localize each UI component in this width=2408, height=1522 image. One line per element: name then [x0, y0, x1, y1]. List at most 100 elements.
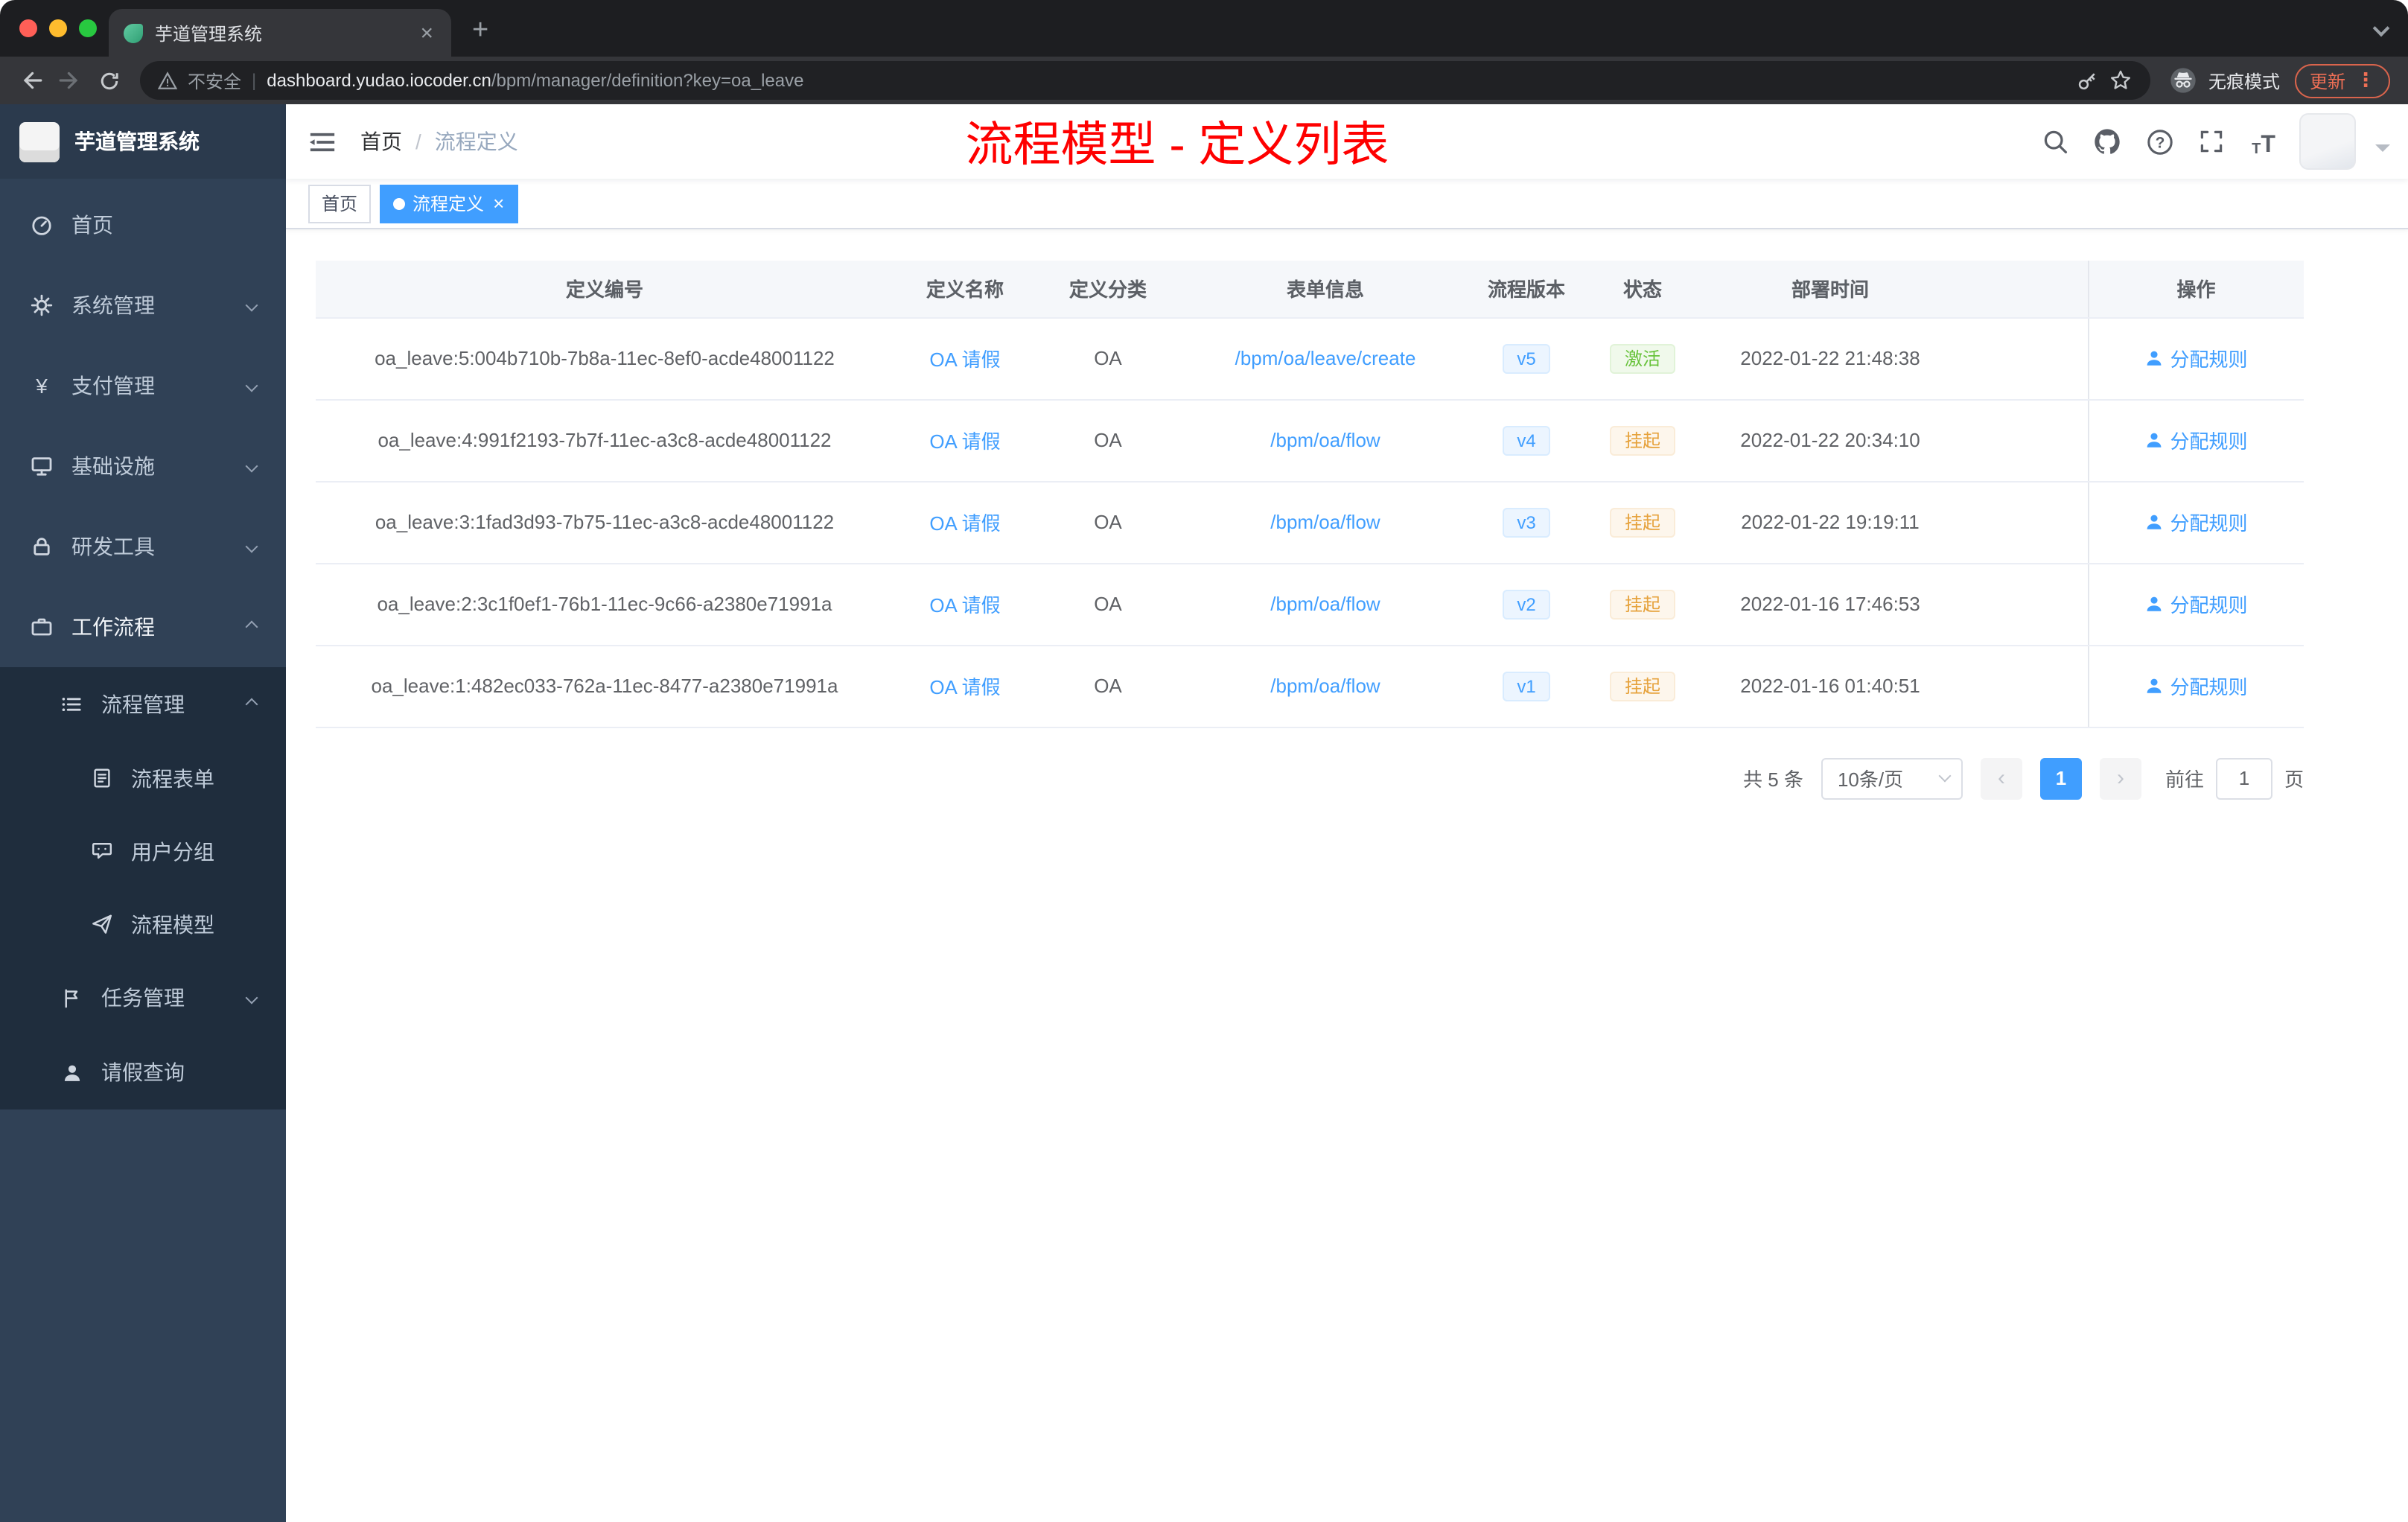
- definition-name-link[interactable]: OA 请假: [929, 512, 1000, 535]
- sidebar-item-infrastructure[interactable]: 基础设施: [0, 426, 286, 506]
- tag-process-definition[interactable]: 流程定义 ×: [380, 184, 518, 223]
- definition-name-link[interactable]: OA 请假: [929, 594, 1000, 617]
- cell-category: OA: [1036, 317, 1179, 400]
- pagination-goto: 前往 页: [2165, 757, 2304, 799]
- page-size-select[interactable]: 10条/页: [1821, 757, 1963, 799]
- browser-tab[interactable]: 芋道管理系统 ×: [109, 9, 451, 57]
- sidebar-item-process-form[interactable]: 流程表单: [0, 742, 286, 815]
- next-page-button[interactable]: ›: [2099, 757, 2141, 799]
- active-dot-icon: [393, 197, 406, 209]
- column-header: 操作: [2087, 261, 2304, 318]
- definition-name-link[interactable]: OA 请假: [929, 676, 1000, 698]
- page-number-button[interactable]: 1: [2039, 757, 2082, 799]
- tags-view-bar: 首页 流程定义 ×: [286, 179, 2408, 229]
- column-header: 部署时间: [1704, 261, 1957, 318]
- assign-rule-button[interactable]: 分配规则: [2144, 590, 2248, 618]
- incognito-badge: 无痕模式: [2168, 66, 2280, 95]
- yen-icon: ¥: [36, 374, 48, 398]
- chevron-down-icon: [245, 459, 258, 473]
- sidebar-item-devtools[interactable]: 研发工具: [0, 506, 286, 587]
- user-avatar[interactable]: [2299, 113, 2356, 170]
- sidebar-item-process-management[interactable]: 流程管理: [0, 667, 286, 742]
- forward-button[interactable]: [51, 61, 89, 100]
- chrome-update-button[interactable]: 更新 ⋮: [2294, 63, 2390, 98]
- avatar-caret-down-icon[interactable]: [2375, 144, 2390, 159]
- bookmark-star-icon[interactable]: [2109, 69, 2133, 92]
- security-label[interactable]: 不安全: [188, 68, 241, 93]
- breadcrumb-current: 流程定义: [434, 130, 518, 153]
- user-icon: [2147, 433, 2162, 448]
- not-secure-warning-icon: [158, 71, 177, 89]
- version-badge: v1: [1502, 671, 1551, 701]
- table-row: oa_leave:5:004b710b-7b8a-11ec-8ef0-acde4…: [316, 317, 2304, 400]
- window-zoom-button[interactable]: [79, 19, 97, 37]
- font-size-icon[interactable]: TT: [2247, 125, 2280, 158]
- chevron-down-icon: [245, 991, 258, 1004]
- svg-text:?: ?: [2155, 134, 2165, 151]
- sidebar-item-system[interactable]: 系统管理: [0, 265, 286, 346]
- version-badge: v5: [1502, 343, 1551, 373]
- help-icon[interactable]: ?: [2143, 125, 2176, 158]
- user-icon: [2147, 596, 2162, 611]
- column-header: 表单信息: [1179, 261, 1471, 318]
- window-close-button[interactable]: [19, 19, 37, 37]
- main-panel: 首页 / 流程定义 流程模型 - 定义列表 ? T T 首页 流程定义 × 定义…: [286, 104, 2408, 1522]
- github-icon[interactable]: [2091, 125, 2124, 158]
- fullscreen-icon[interactable]: [2195, 125, 2228, 158]
- definition-name-link[interactable]: OA 请假: [929, 348, 1000, 371]
- url-separator: |: [252, 70, 257, 91]
- chevron-down-icon: [1938, 769, 1952, 783]
- goto-page-input[interactable]: [2215, 757, 2272, 799]
- sidebar-item-home[interactable]: 首页: [0, 185, 286, 265]
- browser-menu-icon[interactable]: ⋮: [2356, 69, 2375, 92]
- tag-close-icon[interactable]: ×: [493, 194, 504, 213]
- assign-rule-button[interactable]: 分配规则: [2144, 508, 2248, 536]
- tab-search-chevron-icon[interactable]: [2372, 19, 2390, 37]
- sidebar-item-leave-query[interactable]: 请假查询: [0, 1035, 286, 1109]
- page-url[interactable]: dashboard.yudao.iocoder.cn/bpm/manager/d…: [267, 70, 803, 91]
- password-key-icon[interactable]: [2076, 69, 2098, 92]
- form-link[interactable]: /bpm/oa/flow: [1270, 675, 1380, 697]
- form-link[interactable]: /bpm/oa/flow: [1270, 593, 1380, 615]
- dashboard-icon: [30, 213, 54, 237]
- sidebar-item-workflow[interactable]: 工作流程: [0, 587, 286, 667]
- list-icon: [60, 692, 83, 716]
- cell-deploy-time: 2022-01-22 20:34:10: [1704, 399, 1957, 482]
- column-header: 定义名称: [894, 261, 1036, 318]
- pagination-total: 共 5 条: [1743, 768, 1803, 791]
- form-link[interactable]: /bpm/oa/flow: [1270, 429, 1380, 451]
- breadcrumb-home[interactable]: 首页: [360, 127, 402, 156]
- cell-category: OA: [1036, 563, 1179, 646]
- assign-rule-button[interactable]: 分配规则: [2144, 426, 2248, 454]
- tag-home[interactable]: 首页: [308, 184, 372, 223]
- window-minimize-button[interactable]: [49, 19, 67, 37]
- search-icon[interactable]: [2039, 125, 2071, 158]
- status-badge: 挂起: [1609, 425, 1675, 455]
- url-bar[interactable]: 不安全 | dashboard.yudao.iocoder.cn/bpm/man…: [140, 61, 2150, 100]
- sidebar-item-task-management[interactable]: 任务管理: [0, 961, 286, 1035]
- document-icon: [89, 766, 113, 790]
- new-tab-button[interactable]: +: [472, 16, 488, 45]
- site-favicon-icon: [124, 23, 143, 42]
- form-link[interactable]: /bpm/oa/leave/create: [1235, 347, 1416, 369]
- cell-category: OA: [1036, 645, 1179, 727]
- back-button[interactable]: [12, 61, 51, 100]
- sidebar-toggle-hamburger-icon[interactable]: [308, 127, 337, 156]
- definition-name-link[interactable]: OA 请假: [929, 430, 1000, 453]
- reload-button[interactable]: [89, 61, 128, 100]
- sidebar-item-user-group[interactable]: 用户分组: [0, 815, 286, 888]
- assign-rule-button[interactable]: 分配规则: [2144, 672, 2248, 700]
- workflow-submenu: 流程管理 流程表单 用户分组 流程模型 任务管理 请假查询: [0, 667, 286, 1109]
- sidebar-item-process-model[interactable]: 流程模型: [0, 888, 286, 961]
- lock-icon: [30, 535, 54, 558]
- pagination: 共 5 条 10条/页 ‹ 1 › 前往 页: [316, 757, 2304, 799]
- screen: 芋道管理系统 × + 不安全 | dashboard.yudao.iocoder…: [0, 0, 2408, 1522]
- tab-close-icon[interactable]: ×: [417, 22, 436, 44]
- status-badge: 激活: [1609, 343, 1675, 373]
- prev-page-button[interactable]: ‹: [1980, 757, 2022, 799]
- assign-rule-button[interactable]: 分配规则: [2144, 344, 2248, 372]
- sidebar-item-payment[interactable]: ¥ 支付管理: [0, 346, 286, 426]
- cell-definition-id: oa_leave:4:991f2193-7b7f-11ec-a3c8-acde4…: [316, 399, 894, 482]
- incognito-icon: [2170, 68, 2196, 93]
- form-link[interactable]: /bpm/oa/flow: [1270, 511, 1380, 533]
